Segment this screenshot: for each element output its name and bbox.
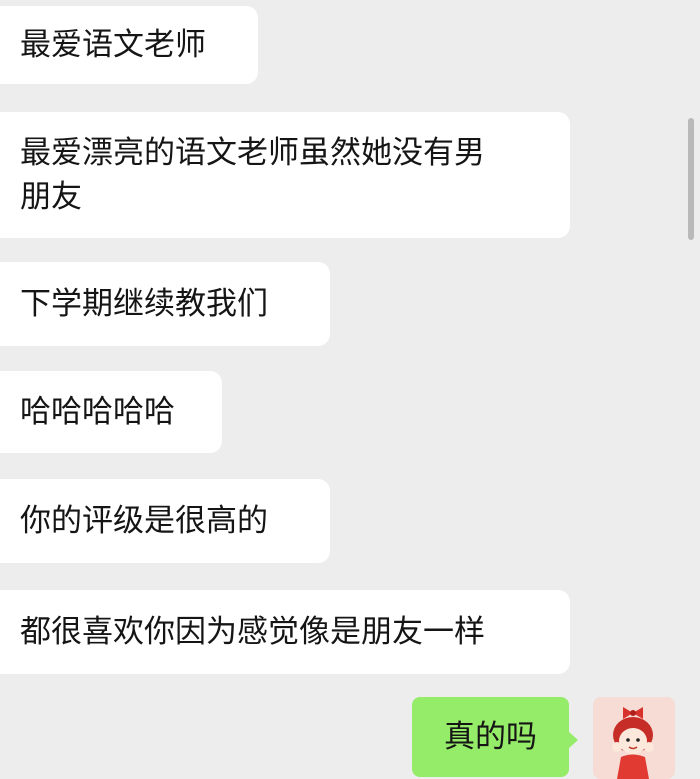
message-text: 你的评级是很高的 — [20, 503, 268, 539]
message-text: 最爱语文老师 — [20, 27, 206, 63]
outgoing-message-bubble[interactable]: 真的吗 — [412, 697, 569, 777]
incoming-message-bubble[interactable]: 最爱漂亮的语文老师虽然她没有男 朋友 — [0, 112, 570, 238]
cartoon-girl-avatar-icon[interactable] — [593, 697, 675, 779]
scrollbar[interactable] — [688, 118, 694, 240]
bubble-tail — [568, 731, 578, 749]
incoming-message-bubble[interactable]: 下学期继续教我们 — [0, 262, 330, 346]
avatar-image — [593, 697, 675, 779]
incoming-message-bubble[interactable]: 哈哈哈哈哈 — [0, 371, 222, 453]
message-text: 最爱漂亮的语文老师虽然她没有男 朋友 — [20, 135, 485, 215]
incoming-message-bubble[interactable]: 最爱语文老师 — [0, 6, 258, 84]
message-text: 都很喜欢你因为感觉像是朋友一样 — [20, 614, 485, 650]
message-text: 真的吗 — [444, 719, 537, 755]
incoming-message-bubble[interactable]: 都很喜欢你因为感觉像是朋友一样 — [0, 590, 570, 674]
message-text: 哈哈哈哈哈 — [20, 394, 175, 430]
incoming-message-bubble[interactable]: 你的评级是很高的 — [0, 479, 330, 563]
message-text: 下学期继续教我们 — [20, 286, 268, 322]
